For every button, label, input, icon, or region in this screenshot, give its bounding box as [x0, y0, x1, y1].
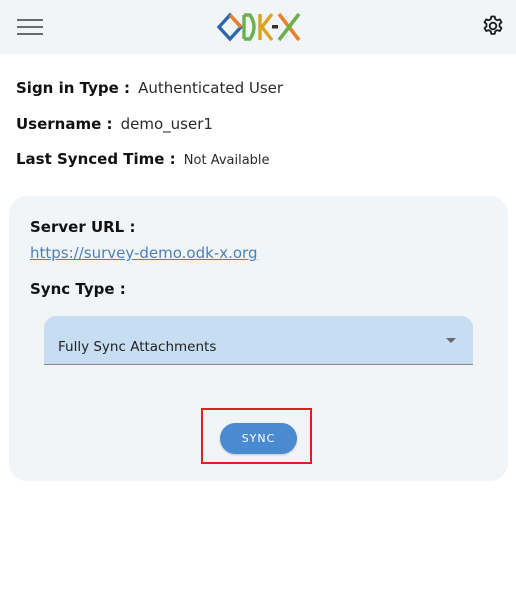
username-label: Username :: [16, 115, 113, 133]
menu-line: [17, 26, 43, 28]
sync-button[interactable]: SYNC: [220, 423, 297, 454]
sync-card: Server URL : https://survey-demo.odk-x.o…: [9, 196, 508, 481]
last-synced-row: Last Synced Time : Not Available: [16, 149, 270, 168]
server-url-label: Server URL :: [30, 218, 136, 236]
logo-o-accent: [228, 13, 243, 29]
logo-d-mark: [242, 13, 256, 41]
last-synced-label: Last Synced Time :: [16, 150, 176, 168]
sync-type-select[interactable]: Fully Sync Attachments: [44, 316, 473, 365]
menu-line: [17, 19, 43, 21]
sync-type-label: Sync Type :: [30, 280, 126, 298]
username-value: demo_user1: [120, 115, 213, 133]
server-url-link[interactable]: https://survey-demo.odk-x.org: [30, 244, 257, 262]
logo-k-mark: [258, 12, 274, 42]
sign-in-type-label: Sign in Type :: [16, 79, 130, 97]
odkx-logo: [216, 12, 301, 42]
dropdown-arrow-icon: [446, 338, 456, 343]
hamburger-menu-icon[interactable]: [17, 17, 43, 37]
sign-in-type-row: Sign in Type : Authenticated User: [16, 78, 283, 97]
sync-type-selected-value: Fully Sync Attachments: [58, 339, 217, 355]
gear-icon[interactable]: [481, 14, 505, 38]
logo-dash: [272, 25, 278, 29]
last-synced-value: Not Available: [183, 153, 270, 168]
username-row: Username : demo_user1: [16, 114, 213, 133]
app-bar: [0, 0, 516, 54]
sign-in-type-value: Authenticated User: [138, 79, 284, 97]
logo-o-mark: [216, 12, 244, 42]
menu-line: [17, 33, 43, 35]
